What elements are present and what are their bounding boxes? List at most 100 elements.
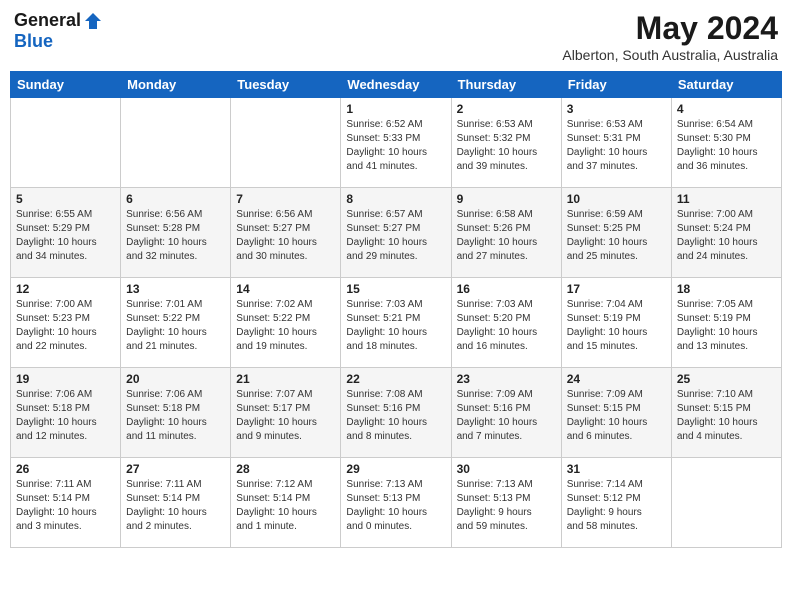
calendar-cell: 7 Sunrise: 6:56 AMSunset: 5:27 PMDaylight… bbox=[231, 188, 341, 278]
calendar-cell: 20Sunrise: 7:06 AMSunset: 5:18 PMDayligh… bbox=[121, 368, 231, 458]
calendar-header-friday: Friday bbox=[561, 72, 671, 98]
day-info: Sunrise: 6:58 AMSunset: 5:26 PMDaylight:… bbox=[457, 208, 556, 264]
day-info: Sunrise: 6:56 AMSunset: 5:27 PMDaylight:… bbox=[236, 208, 335, 264]
day-info: Sunrise: 7:08 AMSunset: 5:16 PMDaylight:… bbox=[346, 388, 445, 444]
title-section: May 2024 Alberton, South Australia, Aust… bbox=[562, 10, 778, 63]
calendar-cell: 17 Sunrise: 7:04 AMSunset: 5:19 PMDayligh… bbox=[561, 278, 671, 368]
calendar-cell: 13 Sunrise: 7:01 AMSunset: 5:22 PMDayligh… bbox=[121, 278, 231, 368]
day-number: 31 bbox=[567, 462, 666, 476]
day-info: Sunrise: 7:12 AMSunset: 5:14 PMDaylight:… bbox=[236, 478, 335, 534]
calendar-header-thursday: Thursday bbox=[451, 72, 561, 98]
day-number: 12 bbox=[16, 282, 115, 296]
calendar-week-row: 1Sunrise: 6:52 AMSunset: 5:33 PMDaylight… bbox=[11, 98, 782, 188]
calendar-cell: 1Sunrise: 6:52 AMSunset: 5:33 PMDaylight… bbox=[341, 98, 451, 188]
day-info: Sunrise: 7:06 AMSunset: 5:18 PMDaylight:… bbox=[126, 388, 225, 444]
day-info: Sunrise: 7:05 AMSunset: 5:19 PMDaylight:… bbox=[677, 298, 776, 354]
day-info: Sunrise: 7:04 AMSunset: 5:19 PMDaylight:… bbox=[567, 298, 666, 354]
calendar-cell: 5Sunrise: 6:55 AMSunset: 5:29 PMDaylight… bbox=[11, 188, 121, 278]
day-info: Sunrise: 7:07 AMSunset: 5:17 PMDaylight:… bbox=[236, 388, 335, 444]
calendar-cell: 4Sunrise: 6:54 AMSunset: 5:30 PMDaylight… bbox=[671, 98, 781, 188]
day-number: 27 bbox=[126, 462, 225, 476]
day-info: Sunrise: 7:13 AMSunset: 5:13 PMDaylight:… bbox=[346, 478, 445, 534]
day-number: 26 bbox=[16, 462, 115, 476]
day-number: 29 bbox=[346, 462, 445, 476]
day-info: Sunrise: 6:53 AMSunset: 5:32 PMDaylight:… bbox=[457, 118, 556, 174]
calendar-cell: 21Sunrise: 7:07 AMSunset: 5:17 PMDayligh… bbox=[231, 368, 341, 458]
calendar-week-row: 5Sunrise: 6:55 AMSunset: 5:29 PMDaylight… bbox=[11, 188, 782, 278]
day-info: Sunrise: 7:13 AMSunset: 5:13 PMDaylight:… bbox=[457, 478, 556, 534]
day-number: 13 bbox=[126, 282, 225, 296]
day-info: Sunrise: 6:57 AMSunset: 5:27 PMDaylight:… bbox=[346, 208, 445, 264]
calendar-header-saturday: Saturday bbox=[671, 72, 781, 98]
day-info: Sunrise: 7:06 AMSunset: 5:18 PMDaylight:… bbox=[16, 388, 115, 444]
calendar-week-row: 19 Sunrise: 7:06 AMSunset: 5:18 PMDayligh… bbox=[11, 368, 782, 458]
month-year-title: May 2024 bbox=[562, 10, 778, 47]
day-number: 3 bbox=[567, 102, 666, 116]
day-number: 6 bbox=[126, 192, 225, 206]
day-number: 19 bbox=[16, 372, 115, 386]
day-number: 17 bbox=[567, 282, 666, 296]
calendar-cell: 24Sunrise: 7:09 AMSunset: 5:15 PMDayligh… bbox=[561, 368, 671, 458]
day-info: Sunrise: 7:00 AMSunset: 5:23 PMDaylight:… bbox=[16, 298, 115, 354]
calendar-cell: 3 Sunrise: 6:53 AMSunset: 5:31 PMDaylight… bbox=[561, 98, 671, 188]
day-number: 9 bbox=[457, 192, 556, 206]
calendar-cell: 12 Sunrise: 7:00 AMSunset: 5:23 PMDayligh… bbox=[11, 278, 121, 368]
location-subtitle: Alberton, South Australia, Australia bbox=[562, 47, 778, 63]
day-info: Sunrise: 6:59 AMSunset: 5:25 PMDaylight:… bbox=[567, 208, 666, 264]
calendar-cell: 11Sunrise: 7:00 AMSunset: 5:24 PMDayligh… bbox=[671, 188, 781, 278]
calendar-cell: 23Sunrise: 7:09 AMSunset: 5:16 PMDayligh… bbox=[451, 368, 561, 458]
day-number: 18 bbox=[677, 282, 776, 296]
day-info: Sunrise: 6:53 AMSunset: 5:31 PMDaylight:… bbox=[567, 118, 666, 174]
day-info: Sunrise: 7:14 AMSunset: 5:12 PMDaylight:… bbox=[567, 478, 666, 534]
calendar-cell: 2 Sunrise: 6:53 AMSunset: 5:32 PMDaylight… bbox=[451, 98, 561, 188]
day-number: 22 bbox=[346, 372, 445, 386]
day-info: Sunrise: 7:01 AMSunset: 5:22 PMDaylight:… bbox=[126, 298, 225, 354]
calendar-header-row: SundayMondayTuesdayWednesdayThursdayFrid… bbox=[11, 72, 782, 98]
day-info: Sunrise: 7:10 AMSunset: 5:15 PMDaylight:… bbox=[677, 388, 776, 444]
calendar-cell: 29 Sunrise: 7:13 AMSunset: 5:13 PMDayligh… bbox=[341, 458, 451, 548]
calendar-cell: 18 Sunrise: 7:05 AMSunset: 5:19 PMDayligh… bbox=[671, 278, 781, 368]
day-number: 14 bbox=[236, 282, 335, 296]
calendar-cell: 25Sunrise: 7:10 AMSunset: 5:15 PMDayligh… bbox=[671, 368, 781, 458]
day-number: 15 bbox=[346, 282, 445, 296]
calendar-table: SundayMondayTuesdayWednesdayThursdayFrid… bbox=[10, 71, 782, 548]
day-number: 16 bbox=[457, 282, 556, 296]
calendar-cell: 26Sunrise: 7:11 AMSunset: 5:14 PMDayligh… bbox=[11, 458, 121, 548]
calendar-cell: 6 Sunrise: 6:56 AMSunset: 5:28 PMDaylight… bbox=[121, 188, 231, 278]
page-header: General Blue May 2024 Alberton, South Au… bbox=[10, 10, 782, 63]
day-number: 2 bbox=[457, 102, 556, 116]
logo: General Blue bbox=[14, 10, 103, 52]
calendar-week-row: 26Sunrise: 7:11 AMSunset: 5:14 PMDayligh… bbox=[11, 458, 782, 548]
day-number: 7 bbox=[236, 192, 335, 206]
day-info: Sunrise: 7:00 AMSunset: 5:24 PMDaylight:… bbox=[677, 208, 776, 264]
day-info: Sunrise: 6:54 AMSunset: 5:30 PMDaylight:… bbox=[677, 118, 776, 174]
calendar-header-wednesday: Wednesday bbox=[341, 72, 451, 98]
calendar-cell: 8 Sunrise: 6:57 AMSunset: 5:27 PMDaylight… bbox=[341, 188, 451, 278]
calendar-cell bbox=[121, 98, 231, 188]
calendar-header-tuesday: Tuesday bbox=[231, 72, 341, 98]
calendar-cell: 22 Sunrise: 7:08 AMSunset: 5:16 PMDayligh… bbox=[341, 368, 451, 458]
logo-general-text: General bbox=[14, 10, 81, 31]
day-info: Sunrise: 7:09 AMSunset: 5:15 PMDaylight:… bbox=[567, 388, 666, 444]
logo-blue-text: Blue bbox=[14, 31, 53, 52]
calendar-cell bbox=[231, 98, 341, 188]
day-number: 10 bbox=[567, 192, 666, 206]
calendar-cell bbox=[11, 98, 121, 188]
day-info: Sunrise: 7:02 AMSunset: 5:22 PMDaylight:… bbox=[236, 298, 335, 354]
day-number: 8 bbox=[346, 192, 445, 206]
calendar-cell bbox=[671, 458, 781, 548]
calendar-cell: 10 Sunrise: 6:59 AMSunset: 5:25 PMDayligh… bbox=[561, 188, 671, 278]
day-number: 1 bbox=[346, 102, 445, 116]
day-info: Sunrise: 7:03 AMSunset: 5:21 PMDaylight:… bbox=[346, 298, 445, 354]
day-info: Sunrise: 6:56 AMSunset: 5:28 PMDaylight:… bbox=[126, 208, 225, 264]
day-number: 5 bbox=[16, 192, 115, 206]
day-number: 23 bbox=[457, 372, 556, 386]
calendar-cell: 28Sunrise: 7:12 AMSunset: 5:14 PMDayligh… bbox=[231, 458, 341, 548]
calendar-header-monday: Monday bbox=[121, 72, 231, 98]
calendar-cell: 9 Sunrise: 6:58 AMSunset: 5:26 PMDaylight… bbox=[451, 188, 561, 278]
calendar-header-sunday: Sunday bbox=[11, 72, 121, 98]
day-number: 30 bbox=[457, 462, 556, 476]
calendar-week-row: 12 Sunrise: 7:00 AMSunset: 5:23 PMDayligh… bbox=[11, 278, 782, 368]
logo-icon bbox=[83, 11, 103, 31]
calendar-cell: 27Sunrise: 7:11 AMSunset: 5:14 PMDayligh… bbox=[121, 458, 231, 548]
